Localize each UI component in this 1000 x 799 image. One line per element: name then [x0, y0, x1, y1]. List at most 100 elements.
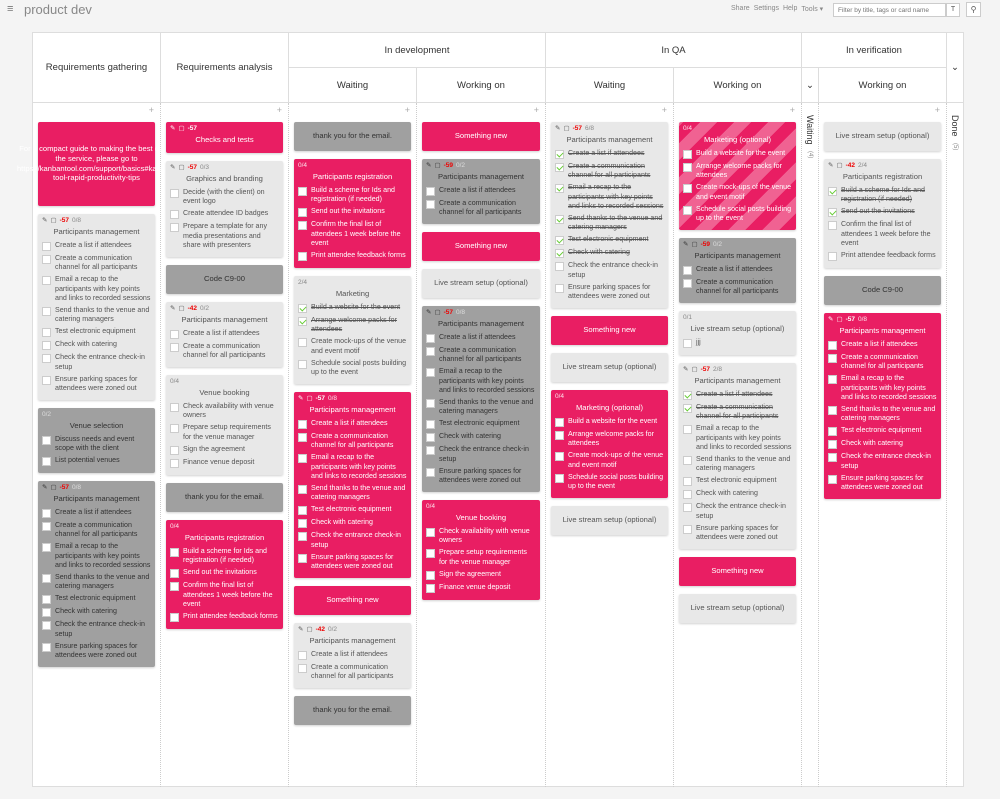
add-card-button[interactable]: + [662, 105, 667, 115]
checkbox[interactable] [426, 420, 435, 430]
checkbox[interactable] [683, 162, 692, 172]
checkbox[interactable] [683, 390, 692, 400]
checkbox[interactable] [42, 608, 51, 618]
checkbox[interactable] [170, 342, 179, 352]
checkbox[interactable] [683, 403, 692, 413]
add-card-button[interactable]: + [534, 105, 539, 115]
checkbox[interactable] [298, 650, 307, 660]
checkbox[interactable] [683, 455, 692, 465]
checkbox[interactable] [298, 419, 307, 429]
header-verif-working-on[interactable]: Working on [819, 68, 947, 103]
card[interactable]: Something new [294, 586, 411, 615]
checkbox[interactable] [683, 205, 692, 215]
checkbox[interactable] [426, 570, 435, 580]
card[interactable]: 0/4 Venue booking Check availability with … [166, 375, 283, 475]
checkbox[interactable] [828, 440, 837, 450]
card[interactable]: 0/1 Live stream setup (optional) jjj [679, 311, 796, 355]
checkbox[interactable] [298, 506, 307, 516]
card[interactable]: 0/2 Venue selection Discuss needs and even… [38, 408, 155, 474]
checkbox[interactable] [298, 303, 307, 313]
checkbox[interactable] [426, 186, 435, 196]
card[interactable]: ✎ ▢ -59 0/2 Participants management Create a … [422, 159, 540, 225]
checkbox[interactable] [42, 328, 51, 338]
card[interactable]: ✎ ▢ -42 2/4 Participants registration Build a… [824, 159, 941, 268]
checkbox[interactable] [426, 346, 435, 356]
card[interactable]: ✎ ▢ -57 2/8 Participants management Create a … [679, 363, 796, 550]
card[interactable]: ✎ ▢ -42 0/2 Participants management Create a … [294, 623, 411, 689]
card[interactable]: Code C9-00 [824, 276, 941, 305]
header-requirements-analysis[interactable]: Requirements analysis [161, 33, 289, 103]
checkbox[interactable] [298, 208, 307, 218]
header-in-verification[interactable]: In verification [802, 33, 947, 68]
card[interactable]: 0/4 Marketing (optional) Build a website f… [679, 122, 796, 231]
checkbox[interactable] [298, 484, 307, 494]
card[interactable]: thank you for the email. [294, 122, 411, 151]
checkbox[interactable] [42, 621, 51, 631]
checkbox[interactable] [828, 453, 837, 463]
add-card-button[interactable]: + [149, 105, 154, 115]
checkbox[interactable] [683, 184, 692, 194]
checkbox[interactable] [42, 457, 51, 467]
checkbox[interactable] [426, 433, 435, 443]
checkbox[interactable] [170, 188, 179, 198]
hamburger-icon[interactable]: ≡ [7, 3, 13, 15]
header-requirements-gathering[interactable]: Requirements gathering [33, 33, 161, 103]
checkbox[interactable] [555, 417, 564, 427]
checkbox[interactable] [828, 221, 837, 231]
card[interactable]: thank you for the email. [294, 696, 411, 725]
help-link[interactable]: Help [783, 5, 797, 13]
checkbox[interactable] [828, 251, 837, 261]
checkbox[interactable] [42, 354, 51, 364]
header-qa-working-on[interactable]: Working on [674, 68, 802, 103]
tools-menu[interactable]: Tools ▾ [801, 5, 823, 13]
checkbox[interactable] [426, 446, 435, 456]
card[interactable]: ✎ ▢ -57 6/8 Participants management Create a … [551, 122, 668, 309]
checkbox[interactable] [683, 477, 692, 487]
checkbox[interactable] [828, 474, 837, 484]
header-qa-waiting[interactable]: Waiting [546, 68, 674, 103]
checkbox[interactable] [683, 149, 692, 159]
checkbox[interactable] [42, 276, 51, 286]
card[interactable]: Live stream setup (optional) [422, 269, 540, 298]
checkbox[interactable] [426, 467, 435, 477]
card[interactable]: Something new [422, 122, 540, 151]
card[interactable]: 2/4 Marketing Build a website for the even… [294, 276, 411, 385]
checkbox[interactable] [828, 353, 837, 363]
add-card-button[interactable]: + [790, 105, 795, 115]
checkbox[interactable] [298, 532, 307, 542]
card[interactable]: ✎ ▢ -57 0/3 Graphics and branding Decide (wit… [166, 161, 283, 257]
card[interactable]: Live stream setup (optional) [551, 506, 668, 535]
checkbox[interactable] [298, 338, 307, 348]
header-in-development[interactable]: In development [289, 33, 546, 68]
checkbox[interactable] [170, 458, 179, 468]
card[interactable]: ✎ ▢ -42 0/2 Participants management Create a … [166, 302, 283, 368]
checkbox[interactable] [683, 338, 692, 348]
card[interactable]: ✎ ▢ -57 0/8 Participants management Create a … [38, 214, 155, 401]
checkbox[interactable] [298, 454, 307, 464]
checkbox[interactable] [42, 508, 51, 518]
checkbox[interactable] [42, 543, 51, 553]
checkbox[interactable] [555, 430, 564, 440]
checkbox[interactable] [555, 214, 564, 224]
checkbox[interactable] [555, 184, 564, 194]
checkbox[interactable] [298, 359, 307, 369]
checkbox[interactable] [555, 162, 564, 172]
column-verif-waiting-collapsed[interactable]: Waiting (4) [802, 103, 819, 787]
checkbox[interactable] [683, 503, 692, 513]
share-link[interactable]: Share [731, 5, 750, 13]
checkbox[interactable] [683, 278, 692, 288]
card[interactable]: Something new [551, 316, 668, 345]
card[interactable]: Live stream setup (optional) [824, 122, 941, 151]
card[interactable]: Something new [679, 557, 796, 586]
checkbox[interactable] [298, 186, 307, 196]
collapse-verif-waiting-button[interactable]: ⌄ [802, 68, 819, 103]
card[interactable]: ✎ ▢ -57 0/8 Participants management Create a … [294, 392, 411, 579]
column-done-collapsed[interactable]: Done (5) [947, 103, 964, 787]
checkbox[interactable] [42, 254, 51, 264]
checkbox[interactable] [555, 473, 564, 483]
card[interactable]: 0/4 Participants registration Build a sche… [166, 520, 283, 629]
card[interactable]: Something new [422, 232, 540, 261]
checkbox[interactable] [42, 642, 51, 652]
checkbox[interactable] [42, 573, 51, 583]
checkbox[interactable] [555, 149, 564, 159]
